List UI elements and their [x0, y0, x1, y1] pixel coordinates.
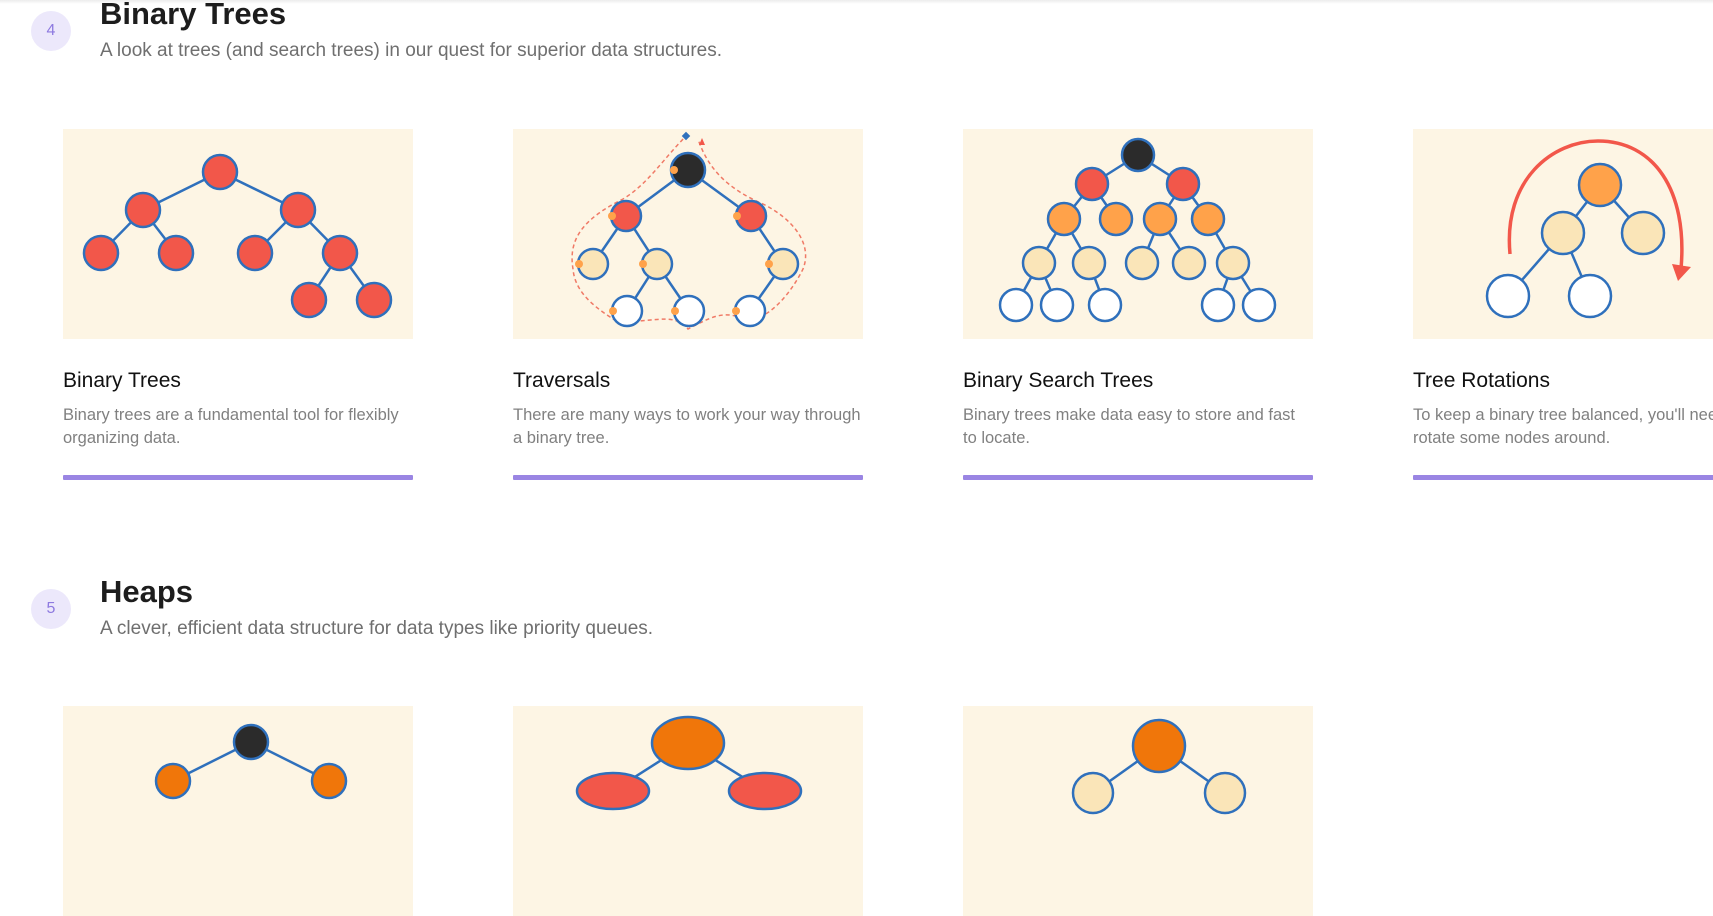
section-number-badge: 4 — [31, 11, 71, 51]
card-progress-bar — [1413, 475, 1713, 480]
heap-illustration — [154, 723, 348, 800]
tree-rotation-illustration — [1485, 139, 1691, 319]
heap-illustration — [1071, 718, 1247, 815]
section-number-badge: 5 — [31, 589, 71, 629]
card-progress-bar — [963, 475, 1313, 480]
binary-tree-illustration — [82, 153, 393, 319]
section-subtitle: A look at trees (and search trees) in ou… — [100, 40, 723, 61]
card-thumbnail — [63, 129, 413, 339]
card-title: Binary Search Trees — [963, 369, 1154, 392]
card-thumbnail — [513, 706, 863, 916]
card-description: To keep a binary tree balanced, you'll n… — [1413, 406, 1713, 447]
section-title: Binary Trees — [100, 0, 287, 31]
card-description: There are many ways to work your way thr… — [513, 406, 861, 447]
card-description: Binary trees make data easy to store and… — [963, 406, 1296, 447]
heap-illustration — [575, 715, 803, 811]
section-title: Heaps — [100, 574, 194, 609]
card-thumbnail — [963, 129, 1313, 339]
card-title: Traversals — [513, 369, 611, 392]
card-thumbnail — [63, 706, 413, 916]
card-thumbnail — [1413, 129, 1713, 339]
card-thumbnail — [963, 706, 1313, 916]
traversal-illustration — [571, 131, 807, 330]
card-description: Binary trees are a fundamental tool for … — [63, 406, 399, 447]
binary-search-tree-illustration — [998, 137, 1277, 323]
card-progress-bar — [513, 475, 863, 480]
card-progress-bar — [63, 475, 413, 480]
card-thumbnail — [513, 129, 863, 339]
card-title: Tree Rotations — [1413, 369, 1550, 392]
section-subtitle: A clever, efficient data structure for d… — [100, 618, 654, 639]
card-title: Binary Trees — [63, 369, 181, 392]
